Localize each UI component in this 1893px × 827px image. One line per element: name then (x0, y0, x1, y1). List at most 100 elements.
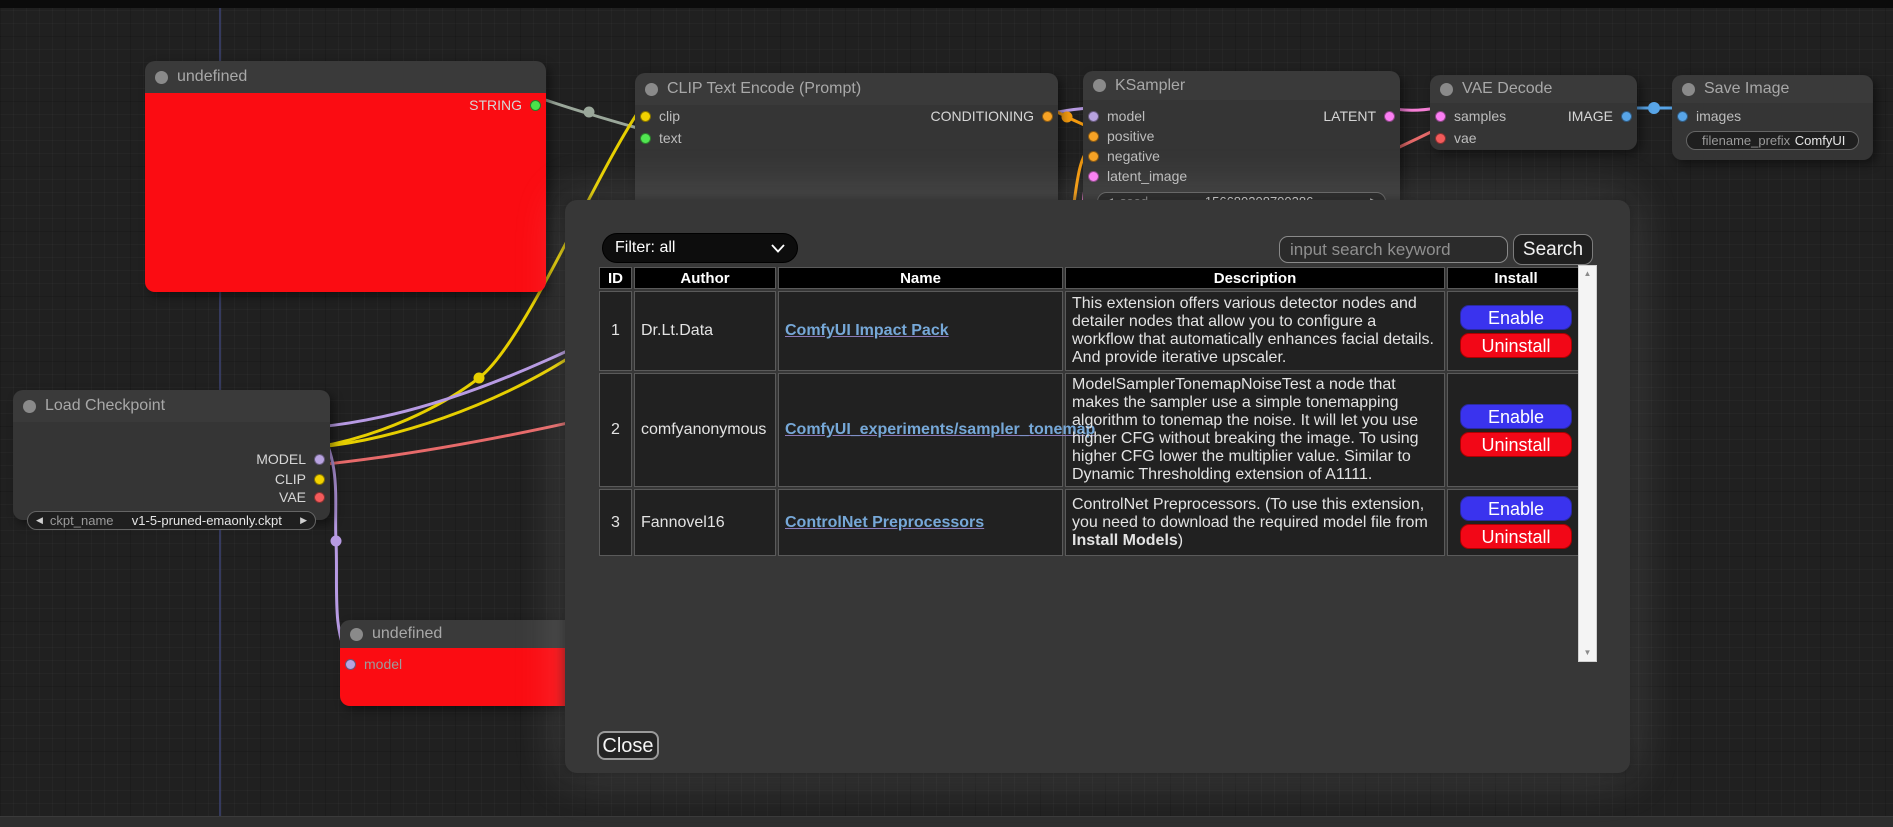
reroute-dot-image[interactable] (1648, 102, 1660, 114)
uninstall-button[interactable]: Uninstall (1460, 432, 1572, 457)
collapse-dot-icon[interactable] (350, 628, 363, 641)
slot-dot-latent[interactable] (1384, 111, 1395, 122)
search-button[interactable]: Search (1513, 234, 1593, 265)
slot-dot-model[interactable] (345, 659, 356, 670)
output-slot-image[interactable]: IMAGE (1568, 108, 1632, 124)
enable-button[interactable]: Enable (1460, 305, 1572, 330)
collapse-dot-icon[interactable] (1682, 83, 1695, 96)
ckpt-name-widget[interactable]: ◀ ckpt_name v1-5-pruned-emaonly.ckpt ▶ (27, 511, 316, 530)
filter-dropdown[interactable]: Filter: all (602, 233, 798, 263)
cell-description: ControlNet Preprocessors. (To use this e… (1065, 489, 1445, 556)
filename-prefix-widget[interactable]: filename_prefix ComfyUI (1686, 131, 1859, 150)
enable-button[interactable]: Enable (1460, 404, 1572, 429)
slot-dot-latent-image[interactable] (1088, 171, 1099, 182)
slot-dot-model-out[interactable] (314, 454, 325, 465)
output-slot-latent[interactable]: LATENT (1323, 108, 1395, 124)
reroute-dot-model[interactable] (331, 536, 342, 547)
top-frame (0, 0, 1893, 8)
collapse-dot-icon[interactable] (1093, 79, 1106, 92)
reroute-dot-conditioning[interactable] (1062, 112, 1073, 123)
search-input[interactable] (1279, 236, 1508, 263)
cell-author: Fannovel16 (634, 489, 776, 556)
reroute-dot-clip[interactable] (474, 373, 485, 384)
collapse-dot-icon[interactable] (23, 400, 36, 413)
enable-button[interactable]: Enable (1460, 496, 1572, 521)
header-install: Install (1447, 267, 1585, 289)
scrollbar-up-icon[interactable]: ▲ (1579, 267, 1596, 281)
node-ksampler[interactable]: KSampler model positive negative latent (1083, 71, 1400, 218)
slot-dot-clip[interactable] (640, 111, 651, 122)
wire-clip-b (318, 352, 578, 447)
scrollbar-down-icon[interactable]: ▼ (1579, 646, 1596, 660)
node-title: Load Checkpoint (45, 397, 165, 415)
slot-dot-positive[interactable] (1088, 131, 1099, 142)
header-id: ID (599, 267, 632, 289)
cell-author: Dr.Lt.Data (634, 291, 776, 371)
output-slot-string[interactable]: STRING (469, 97, 541, 113)
node-undefined-bottom[interactable]: undefined model (340, 620, 570, 706)
slot-dot-clip-out[interactable] (314, 474, 325, 485)
collapse-dot-icon[interactable] (155, 71, 168, 84)
custom-nodes-manager-dialog: Filter: all Search ID Author Name Descri… (565, 200, 1630, 773)
table-scrollbar[interactable]: ▲ ▼ (1578, 265, 1597, 662)
node-header[interactable]: Load Checkpoint (13, 390, 330, 422)
input-slot-model[interactable]: model (1088, 108, 1145, 124)
bold-install-models: Install Models (1072, 532, 1178, 549)
header-author: Author (634, 267, 776, 289)
slot-dot-negative[interactable] (1088, 151, 1099, 162)
slot-dot-string[interactable] (530, 100, 541, 111)
node-save-image[interactable]: Save Image images filename_prefix ComfyU… (1672, 75, 1873, 160)
widget-left-arrow-icon[interactable]: ◀ (36, 516, 43, 525)
node-clip-text-encode[interactable]: CLIP Text Encode (Prompt) clip text COND… (635, 73, 1058, 218)
node-header[interactable]: KSampler (1083, 71, 1400, 100)
reroute-dot-string[interactable] (584, 107, 595, 118)
node-header[interactable]: CLIP Text Encode (Prompt) (635, 73, 1058, 105)
table-row: 2 comfyanonymous ComfyUI_experiments/sam… (599, 373, 1585, 487)
extension-link[interactable]: ControlNet Preprocessors (785, 514, 984, 531)
slot-dot-vae-out[interactable] (314, 492, 325, 503)
input-slot-samples[interactable]: samples (1435, 108, 1506, 124)
slot-dot-samples[interactable] (1435, 111, 1446, 122)
extension-link[interactable]: ComfyUI Impact Pack (785, 322, 949, 339)
uninstall-button[interactable]: Uninstall (1460, 524, 1572, 549)
input-slot-positive[interactable]: positive (1088, 128, 1154, 144)
input-slot-vae[interactable]: vae (1435, 130, 1477, 146)
node-load-checkpoint[interactable]: Load Checkpoint MODEL CLIP VAE ◀ ckpt_na (13, 390, 330, 520)
input-slot-text[interactable]: text (640, 130, 682, 146)
slot-dot-image[interactable] (1621, 111, 1632, 122)
collapse-dot-icon[interactable] (645, 83, 658, 96)
extensions-table: ID Author Name Description Install 1 Dr.… (597, 265, 1587, 558)
input-slot-negative[interactable]: negative (1088, 148, 1160, 164)
close-button[interactable]: Close (597, 731, 659, 760)
slot-dot-vae[interactable] (1435, 133, 1446, 144)
node-header[interactable]: Save Image (1672, 75, 1873, 103)
input-slot-latent-image[interactable]: latent_image (1088, 168, 1187, 184)
node-vae-decode[interactable]: VAE Decode samples vae IMAGE (1430, 75, 1637, 150)
output-slot-vae[interactable]: VAE (279, 489, 325, 505)
node-header[interactable]: VAE Decode (1430, 75, 1637, 103)
slot-dot-text[interactable] (640, 133, 651, 144)
node-header[interactable]: undefined (340, 620, 570, 648)
widget-right-arrow-icon[interactable]: ▶ (300, 516, 307, 525)
input-slot-clip[interactable]: clip (640, 108, 680, 124)
output-slot-conditioning[interactable]: CONDITIONING (931, 108, 1053, 124)
filter-selected-value: Filter: all (615, 239, 771, 257)
collapse-dot-icon[interactable] (1440, 83, 1453, 96)
node-undefined-top[interactable]: undefined STRING (145, 61, 546, 292)
input-slot-images[interactable]: images (1677, 108, 1741, 124)
uninstall-button[interactable]: Uninstall (1460, 333, 1572, 358)
extensions-table-container: ID Author Name Description Install 1 Dr.… (597, 265, 1597, 662)
input-slot-model[interactable]: model (345, 656, 402, 672)
extension-link[interactable]: ComfyUI_experiments/sampler_tonemap (785, 421, 1095, 438)
node-title: KSampler (1115, 77, 1185, 95)
node-body: samples vae IMAGE (1430, 103, 1637, 150)
node-header[interactable]: undefined (145, 61, 546, 93)
slot-dot-images[interactable] (1677, 111, 1688, 122)
output-slot-clip[interactable]: CLIP (275, 471, 325, 487)
cell-author: comfyanonymous (634, 373, 776, 487)
output-slot-model[interactable]: MODEL (256, 451, 325, 467)
node-body-error: model (340, 648, 570, 706)
cell-description: This extension offers various detector n… (1065, 291, 1445, 371)
slot-dot-model[interactable] (1088, 111, 1099, 122)
slot-dot-conditioning[interactable] (1042, 111, 1053, 122)
